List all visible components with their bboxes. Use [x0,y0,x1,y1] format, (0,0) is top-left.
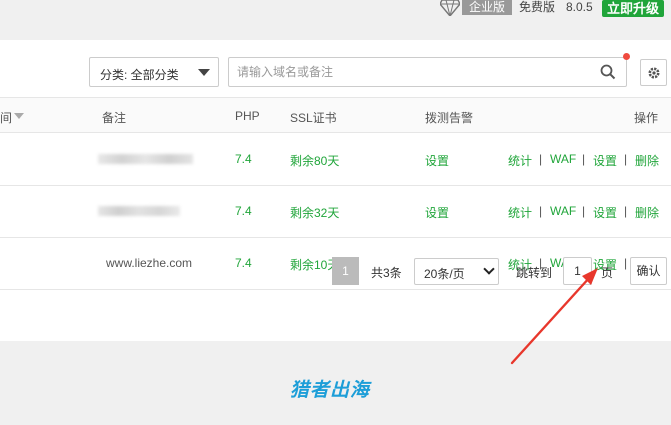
php-version-link[interactable]: 7.4 [235,204,252,218]
category-select-value: 分类: 全部分类 [100,68,179,82]
site-settings-link[interactable]: 设置 [593,152,617,169]
page-size-select[interactable]: 20条/页 [414,258,499,285]
pagination-current-page[interactable]: 1 [332,257,359,285]
confirm-jump-button[interactable]: 确认 [630,257,667,285]
table-row: 7.4 剩余80天 设置 统计 | WAF | 设置 | 删除 [0,134,671,186]
pagination-total: 共3条 [371,266,402,280]
chevron-down-icon [483,263,495,275]
page-unit-label: 页 [601,266,614,280]
ssl-status-link[interactable]: 剩余32天 [290,204,339,221]
remark-text: www.liezhe.com [106,256,193,270]
edition-badge[interactable]: 企业版 [462,0,512,15]
separator: | [624,152,628,166]
version-label: 8.0.5 [566,0,593,14]
separator: | [624,204,628,218]
delete-link[interactable]: 删除 [635,204,659,221]
separator: | [624,256,628,270]
alarm-settings-link[interactable]: 设置 [425,204,449,221]
column-php: PHP [235,109,260,123]
gear-icon [648,67,660,79]
table-settings-button[interactable] [640,59,667,86]
free-edition-label: 免费版 [519,0,556,14]
php-version-link[interactable]: 7.4 [235,256,252,270]
sort-down-icon[interactable] [14,113,24,119]
page-size-value: 20条/页 [424,267,465,281]
separator: | [582,152,586,166]
stats-link[interactable]: 统计 [508,204,532,221]
separator: | [539,204,543,218]
column-time[interactable]: 间 [0,109,12,126]
search-icon[interactable] [600,64,616,80]
diamond-icon [440,0,460,16]
php-version-link[interactable]: 7.4 [235,152,252,166]
column-remark: 备注 [102,111,127,125]
site-settings-link[interactable]: 设置 [593,204,617,221]
column-actions: 操作 [634,111,659,125]
search-box[interactable] [228,57,627,87]
column-alarm: 拨测告警 [425,111,474,125]
site-list-panel: 分类: 全部分类 间 备注 PHP SSL证书 拨测告警 操作 7.4 剩余80… [0,40,671,341]
table-header: 间 备注 PHP SSL证书 拨测告警 操作 [0,97,671,133]
jump-to-label: 跳转到 [516,266,553,280]
watermark-text: 猎者出海 [290,380,371,401]
alarm-settings-link[interactable]: 设置 [425,152,449,169]
separator: | [539,152,543,166]
category-select[interactable]: 分类: 全部分类 [89,57,219,87]
caret-down-icon [198,69,210,76]
delete-link[interactable]: 删除 [635,152,659,169]
waf-link[interactable]: WAF [550,204,576,218]
column-ssl: SSL证书 [290,111,337,125]
jump-to-page-input[interactable]: 1 [563,257,592,285]
ssl-status-link[interactable]: 剩余80天 [290,152,339,169]
top-bar: 企业版 免费版 8.0.5 立即升级 [0,0,671,26]
stats-link[interactable]: 统计 [508,152,532,169]
separator: | [582,204,586,218]
waf-link[interactable]: WAF [550,152,576,166]
upgrade-button[interactable]: 立即升级 [602,0,664,17]
search-input[interactable] [237,64,587,80]
remark-redacted [98,206,180,216]
table-row: 7.4 剩余32天 设置 统计 | WAF | 设置 | 删除 [0,186,671,238]
remark-redacted [98,154,193,164]
notification-dot [623,53,630,60]
